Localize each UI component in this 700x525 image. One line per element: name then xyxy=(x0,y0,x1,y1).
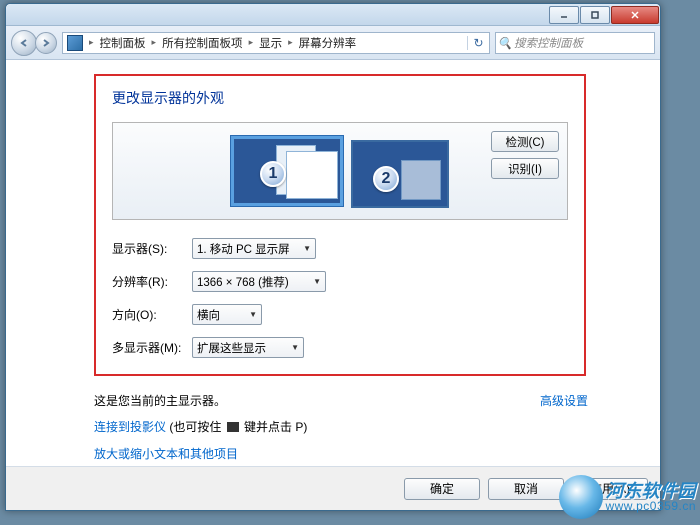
search-input[interactable]: 🔍 搜索控制面板 xyxy=(495,32,655,54)
advanced-settings-link[interactable]: 高级设置 xyxy=(540,388,630,414)
apply-button[interactable]: 应用(A) xyxy=(572,478,648,500)
breadcrumb-segment[interactable]: 屏幕分辨率 xyxy=(295,35,361,51)
chevron-down-icon: ▼ xyxy=(291,343,299,352)
identify-button[interactable]: 识别(I) xyxy=(491,158,559,179)
monitor-number: 2 xyxy=(373,166,399,192)
settings-form: 显示器(S): 1. 移动 PC 显示屏▼ 分辨率(R): 1366 × 768… xyxy=(112,238,568,358)
highlighted-region: 更改显示器的外观 1 2 xyxy=(94,74,586,376)
detect-button[interactable]: 检测(C) xyxy=(491,131,559,152)
orientation-label: 方向(O): xyxy=(112,306,192,323)
monitor-preview[interactable]: 1 2 检测(C) 识别(I) xyxy=(112,122,568,220)
forward-button[interactable] xyxy=(35,32,57,54)
chevron-down-icon: ▼ xyxy=(313,277,321,286)
display-select[interactable]: 1. 移动 PC 显示屏▼ xyxy=(192,238,316,259)
search-placeholder: 搜索控制面板 xyxy=(514,35,583,51)
display-label: 显示器(S): xyxy=(112,240,192,257)
chevron-down-icon: ▼ xyxy=(303,244,311,253)
page-title: 更改显示器的外观 xyxy=(112,88,568,108)
breadcrumb-segment[interactable]: 控制面板 xyxy=(96,35,150,51)
multi-display-select[interactable]: 扩展这些显示▼ xyxy=(192,337,304,358)
multi-display-label: 多显示器(M): xyxy=(112,339,192,356)
monitor-2[interactable]: 2 xyxy=(351,134,449,208)
minimize-button[interactable] xyxy=(549,6,579,24)
resolution-label: 分辨率(R): xyxy=(112,273,192,290)
ok-button[interactable]: 确定 xyxy=(404,478,480,500)
windows-key-icon xyxy=(227,422,239,432)
titlebar xyxy=(6,4,660,26)
close-button[interactable] xyxy=(611,6,659,24)
refresh-button[interactable]: ↻ xyxy=(467,36,489,50)
breadcrumb-segment[interactable]: 显示 xyxy=(255,35,286,51)
chevron-down-icon: ▼ xyxy=(249,310,257,319)
window: ▸ 控制面板 ▸ 所有控制面板项 ▸ 显示 ▸ 屏幕分辨率 ↻ 🔍 搜索控制面板… xyxy=(5,3,661,511)
dialog-footer: 确定 取消 应用(A) xyxy=(6,466,660,510)
chevron-right-icon: ▸ xyxy=(150,37,159,48)
search-icon: 🔍 xyxy=(496,36,514,50)
back-button[interactable] xyxy=(11,30,37,56)
nav-buttons xyxy=(11,30,57,56)
chevron-right-icon: ▸ xyxy=(87,37,96,48)
content: 更改显示器的外观 1 2 xyxy=(6,60,660,466)
connect-projector-link[interactable]: 连接到投影仪 xyxy=(94,420,166,434)
maximize-button[interactable] xyxy=(580,6,610,24)
chevron-right-icon: ▸ xyxy=(247,37,256,48)
chevron-right-icon: ▸ xyxy=(286,37,295,48)
projector-link-row: 连接到投影仪 (也可按住 键并点击 P) xyxy=(94,414,630,440)
monitor-1[interactable]: 1 xyxy=(231,136,343,206)
breadcrumb-segment[interactable]: 所有控制面板项 xyxy=(158,35,247,51)
resolution-select[interactable]: 1366 × 768 (推荐)▼ xyxy=(192,271,326,292)
address-bar: ▸ 控制面板 ▸ 所有控制面板项 ▸ 显示 ▸ 屏幕分辨率 ↻ 🔍 搜索控制面板 xyxy=(6,26,660,60)
orientation-select[interactable]: 横向▼ xyxy=(192,304,262,325)
breadcrumb[interactable]: ▸ 控制面板 ▸ 所有控制面板项 ▸ 显示 ▸ 屏幕分辨率 ↻ xyxy=(62,32,490,54)
cancel-button[interactable]: 取消 xyxy=(488,478,564,500)
text-size-link[interactable]: 放大或缩小文本和其他项目 xyxy=(94,447,238,461)
control-panel-icon xyxy=(67,35,83,51)
monitor-number: 1 xyxy=(260,161,286,187)
primary-monitor-note: 这是您当前的主显示器。 高级设置 xyxy=(94,388,630,414)
